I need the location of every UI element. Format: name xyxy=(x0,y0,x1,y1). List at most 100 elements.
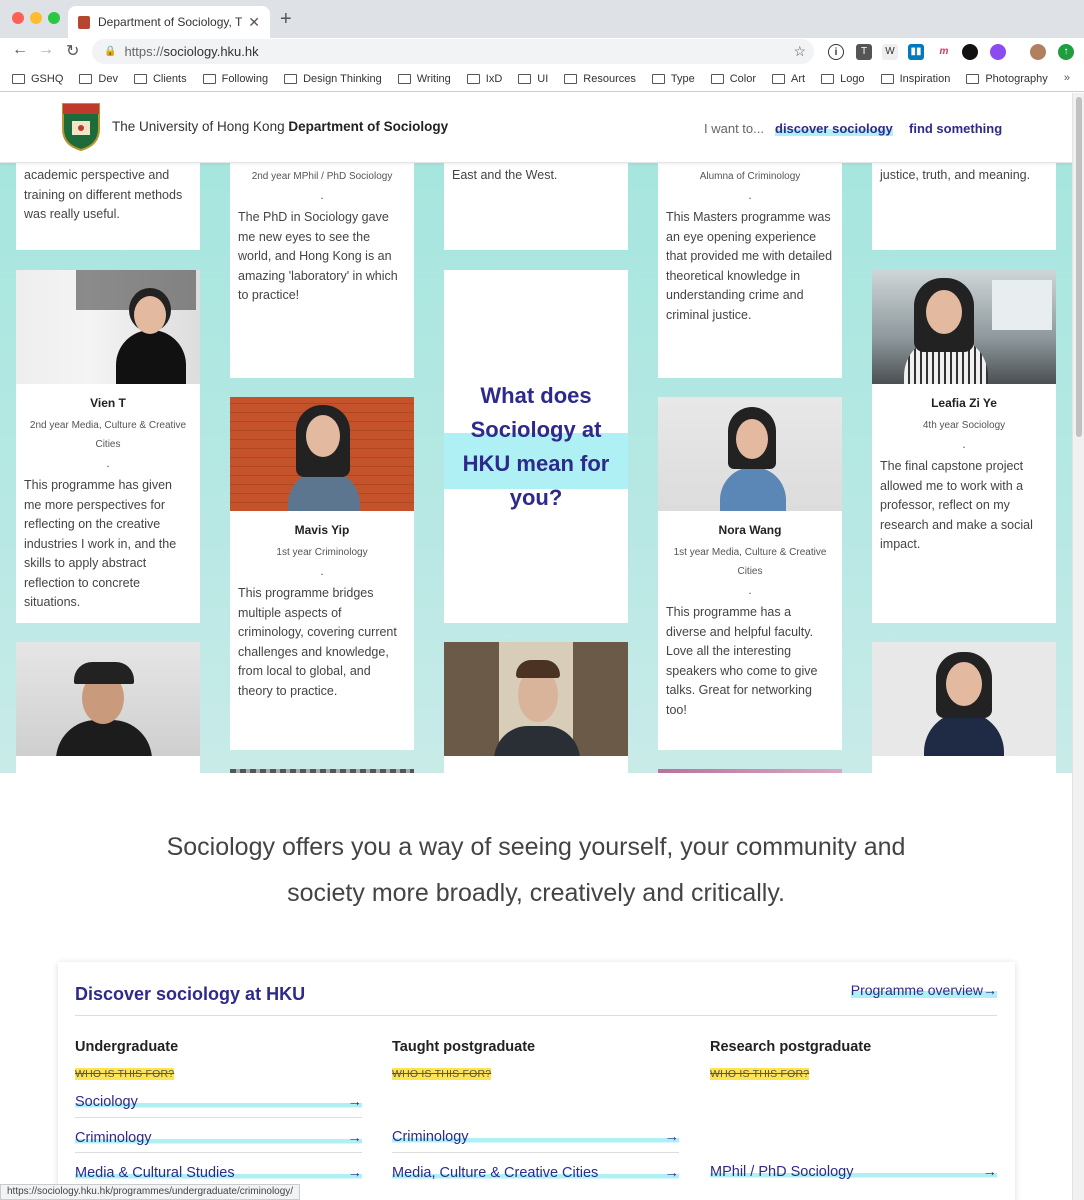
who-is-this-for-link[interactable]: WHO IS THIS FOR? xyxy=(75,1068,175,1080)
folder-icon xyxy=(880,73,894,84)
student-photo xyxy=(230,769,414,773)
programme-link-criminology[interactable]: Criminology → xyxy=(392,1117,679,1152)
programme-link-mphil-phd-sociology[interactable]: MPhil / PhD Sociology → xyxy=(710,1152,997,1187)
page-scrollbar[interactable] xyxy=(1072,93,1084,1200)
folder-icon xyxy=(79,73,93,84)
who-is-this-for-link[interactable]: WHO IS THIS FOR? xyxy=(392,1068,492,1080)
bookmark-folder[interactable]: Design Thinking xyxy=(284,73,382,85)
testimonial-card[interactable] xyxy=(872,642,1056,773)
update-icon[interactable]: ↑ xyxy=(1058,44,1074,60)
bookmark-folder[interactable]: IxD xyxy=(466,73,502,85)
testimonial-quote: This Masters programme was an eye openin… xyxy=(666,210,833,322)
bookmark-folder[interactable]: Dev xyxy=(79,73,118,85)
testimonial-card[interactable] xyxy=(444,642,628,773)
column-undergraduate: Undergraduate WHO IS THIS FOR? Sociology… xyxy=(75,1039,362,1187)
column-research-postgraduate: Research postgraduate WHO IS THIS FOR? M… xyxy=(710,1039,997,1187)
hku-crest-logo[interactable] xyxy=(60,101,102,151)
bookmark-star-icon[interactable]: ☆ xyxy=(793,43,806,60)
student-photo xyxy=(658,769,842,773)
reload-icon[interactable]: ↻ xyxy=(66,41,79,61)
column-heading: Undergraduate xyxy=(75,1039,179,1055)
new-tab-button[interactable]: + xyxy=(280,8,292,31)
bookmark-folder[interactable]: Following xyxy=(202,73,268,85)
text-extension-icon[interactable]: T xyxy=(856,44,872,60)
arrow-right-icon: → xyxy=(983,982,997,998)
minimize-window-icon[interactable] xyxy=(30,12,42,24)
testimonial-card[interactable]: East and the West. xyxy=(444,163,628,250)
bookmark-folder[interactable]: Photography xyxy=(966,73,1048,85)
close-window-icon[interactable] xyxy=(12,12,24,24)
folder-icon xyxy=(12,73,25,84)
testimonial-card[interactable]: justice, truth, and meaning. xyxy=(872,163,1056,250)
programme-link-media-culture-creative-cities[interactable]: Media, Culture & Creative Cities → xyxy=(392,1152,679,1187)
browser-tab[interactable]: Department of Sociology, The ✕ xyxy=(68,6,270,38)
testimonial-card-nora[interactable]: Nora Wang 1st year Media, Culture & Crea… xyxy=(658,397,842,750)
purple-extension-icon[interactable] xyxy=(990,44,1006,60)
back-icon[interactable]: ← xyxy=(12,41,28,59)
forward-icon[interactable]: → xyxy=(38,41,54,59)
who-is-this-for-link[interactable]: WHO IS THIS FOR? xyxy=(710,1068,810,1080)
info-extension-icon[interactable]: i xyxy=(828,44,844,60)
student-role: 4th year Sociology xyxy=(922,420,1006,431)
bookmark-folder[interactable]: Type xyxy=(651,73,695,85)
maximize-window-icon[interactable] xyxy=(48,12,60,24)
web-page: The University of Hong Kong Department o… xyxy=(0,93,1072,1200)
profile-avatar-icon[interactable] xyxy=(1030,44,1046,60)
bookmark-folder[interactable]: Clients xyxy=(133,73,187,85)
bookmarks-overflow-button[interactable]: » xyxy=(1064,72,1070,84)
w-extension-icon[interactable]: W xyxy=(882,44,898,60)
testimonial-quote: This programme bridges multiple aspects … xyxy=(238,586,397,698)
trello-icon[interactable]: ▮▮ xyxy=(908,44,924,60)
scrollbar-thumb[interactable] xyxy=(1076,97,1082,437)
bookmark-folder[interactable]: Color xyxy=(710,73,756,85)
arrow-right-icon: → xyxy=(664,1129,680,1145)
testimonial-quote: justice, truth, and meaning. xyxy=(880,168,1031,182)
testimonial-card[interactable] xyxy=(658,769,842,773)
folder-icon xyxy=(466,73,480,84)
student-name: Leafia Zi Ye xyxy=(931,396,997,410)
bookmark-folder[interactable]: Art xyxy=(772,73,805,85)
find-something-link[interactable]: find something xyxy=(909,121,1002,136)
testimonial-card[interactable] xyxy=(230,769,414,773)
url-scheme: https:// xyxy=(124,44,164,59)
student-role: Alumna of Criminology xyxy=(699,171,801,182)
bookmark-folder[interactable]: Resources xyxy=(564,73,636,85)
testimonial-quote: The PhD in Sociology gave me new eyes to… xyxy=(238,210,398,302)
question-tile: What does Sociology at HKU mean for you? xyxy=(444,270,628,623)
student-role: 1st year Media, Culture & Creative Citie… xyxy=(673,547,827,577)
tab-title: Department of Sociology, The xyxy=(98,15,243,29)
testimonial-card-leafia[interactable]: Leafia Zi Ye 4th year Sociology . The fi… xyxy=(872,270,1056,623)
separator-dot: . xyxy=(320,564,324,578)
testimonial-quote: The final capstone project allowed me to… xyxy=(880,459,1033,551)
discover-sociology-link[interactable]: discover sociology xyxy=(775,121,893,136)
discover-panel: Discover sociology at HKU Programme over… xyxy=(58,962,1015,1200)
site-title[interactable]: The University of Hong Kong Department o… xyxy=(112,119,448,134)
testimonial-quote: This programme has a diverse and helpful… xyxy=(666,605,818,717)
url-host: sociology.hku.hk xyxy=(163,44,259,59)
separator-dot: . xyxy=(748,583,752,597)
testimonial-card[interactable] xyxy=(16,642,200,773)
bookmark-folder[interactable]: UI xyxy=(518,73,548,85)
testimonial-card[interactable]: 2nd year MPhil / PhD Sociology . The PhD… xyxy=(230,163,414,378)
testimonial-card-vien[interactable]: Vien T 2nd year Media, Culture & Creativ… xyxy=(16,270,200,623)
testimonial-card[interactable]: Alumna of Criminology . This Masters pro… xyxy=(658,163,842,378)
bookmark-folder[interactable]: Logo xyxy=(821,73,865,85)
programme-link-criminology[interactable]: Criminology → xyxy=(75,1117,362,1152)
bookmark-folder[interactable]: Writing xyxy=(397,73,451,85)
programme-link-sociology[interactable]: Sociology → xyxy=(75,1082,362,1117)
column-heading: Research postgraduate xyxy=(710,1039,872,1055)
bookmark-folder[interactable]: Inspiration xyxy=(880,73,950,85)
m-extension-icon[interactable]: m xyxy=(936,44,952,60)
testimonial-card[interactable]: academic perspective and training on dif… xyxy=(16,163,200,250)
folder-icon xyxy=(397,73,411,84)
circle-extension-icon[interactable] xyxy=(962,44,978,60)
folder-icon xyxy=(821,73,835,84)
address-bar[interactable]: 🔒 https://sociology.hku.hk ☆ xyxy=(92,39,814,64)
tagline: Sociology offers you a way of seeing you… xyxy=(166,833,906,907)
bookmark-folder[interactable]: GSHQ xyxy=(12,73,63,85)
programme-overview-link[interactable]: Programme overview→ xyxy=(850,982,997,998)
programme-link-media-cultural-studies[interactable]: Media & Cultural Studies → xyxy=(75,1152,362,1187)
close-tab-icon[interactable]: ✕ xyxy=(248,14,260,31)
testimonial-card-mavis[interactable]: Mavis Yip 1st year Criminology . This pr… xyxy=(230,397,414,750)
discover-title: Discover sociology at HKU xyxy=(75,984,306,1004)
